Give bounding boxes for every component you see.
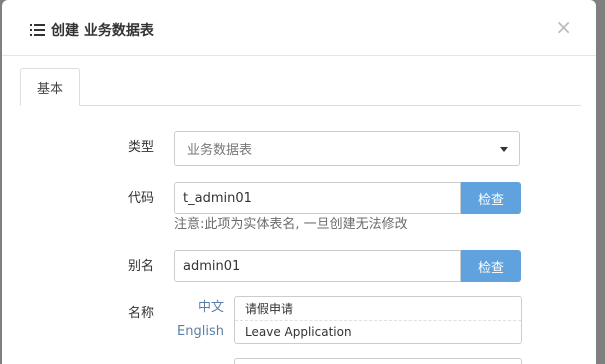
- tab-bar: 基本: [20, 68, 581, 106]
- lang-label-zh: 中文: [197, 300, 224, 315]
- code-hint: 注意:此项为实体表名, 一旦创建无法修改: [174, 217, 408, 232]
- name-input-en[interactable]: Leave Application: [235, 320, 521, 343]
- type-select-value: 业务数据表: [187, 143, 253, 158]
- create-table-dialog: 创建 业务数据表 × 基本 类型 业务数据表 代码 t_admin01 检查 注…: [2, 0, 596, 364]
- lang-label-en: English: [177, 324, 224, 339]
- type-select[interactable]: 业务数据表: [174, 131, 520, 166]
- name-label: 名称: [127, 306, 154, 321]
- type-label: 类型: [127, 140, 154, 155]
- list-icon: [30, 24, 45, 36]
- next-field-partial[interactable]: [234, 358, 522, 364]
- check-alias-button[interactable]: 检查: [461, 250, 521, 282]
- code-label: 代码: [127, 191, 154, 206]
- tab-basic[interactable]: 基本: [20, 68, 80, 106]
- alias-label: 别名: [127, 259, 154, 274]
- code-input[interactable]: t_admin01: [174, 182, 461, 214]
- caret-down-icon: [500, 147, 508, 152]
- dialog-title-text: 创建 业务数据表: [51, 23, 154, 39]
- alias-input[interactable]: admin01: [174, 250, 461, 282]
- check-code-button[interactable]: 检查: [461, 182, 521, 214]
- name-input-zh[interactable]: 请假申请: [235, 297, 521, 320]
- dialog-title: 创建 业务数据表: [30, 20, 154, 40]
- close-icon[interactable]: ×: [555, 15, 572, 39]
- name-multilang-input: 请假申请 Leave Application: [234, 296, 522, 344]
- dialog-header: 创建 业务数据表 ×: [2, 0, 596, 56]
